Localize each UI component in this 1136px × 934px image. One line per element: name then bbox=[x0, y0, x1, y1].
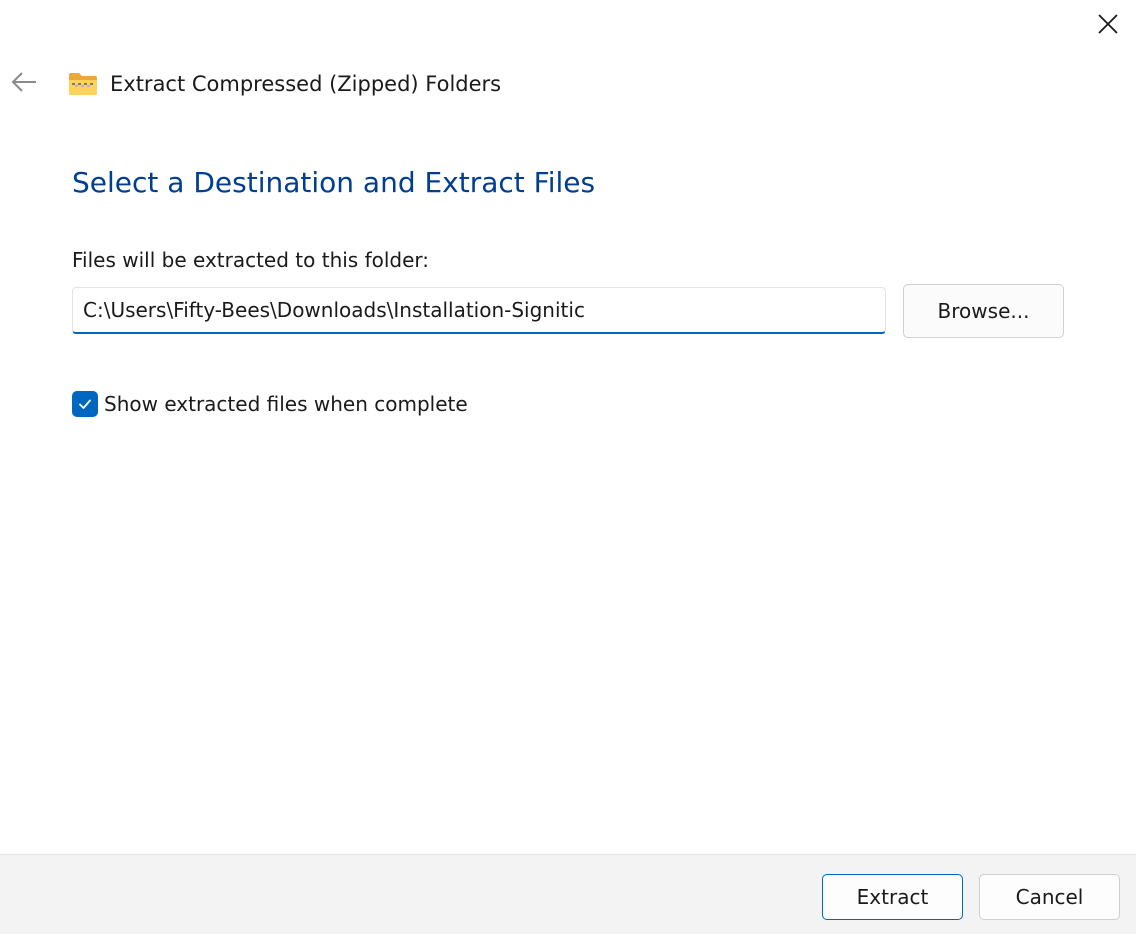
show-extracted-files-label: Show extracted files when complete bbox=[104, 392, 468, 416]
back-button[interactable] bbox=[6, 64, 42, 100]
show-extracted-files-checkbox[interactable] bbox=[72, 391, 98, 417]
close-button[interactable] bbox=[1088, 4, 1128, 44]
browse-button[interactable]: Browse... bbox=[903, 284, 1064, 338]
back-arrow-icon bbox=[12, 72, 36, 92]
cancel-button[interactable]: Cancel bbox=[979, 874, 1120, 920]
extract-button[interactable]: Extract bbox=[822, 874, 963, 920]
checkmark-icon bbox=[79, 399, 91, 409]
dialog-footer: Extract Cancel bbox=[0, 854, 1136, 934]
destination-path-input[interactable] bbox=[72, 287, 886, 334]
window-title-bar: Extract Compressed (Zipped) Folders bbox=[68, 68, 501, 100]
zip-folder-icon bbox=[69, 73, 97, 95]
show-extracted-files-option[interactable]: Show extracted files when complete bbox=[72, 389, 468, 419]
destination-label: Files will be extracted to this folder: bbox=[72, 248, 430, 272]
page-heading: Select a Destination and Extract Files bbox=[72, 166, 596, 199]
close-icon bbox=[1098, 14, 1118, 34]
window-title: Extract Compressed (Zipped) Folders bbox=[110, 72, 502, 96]
